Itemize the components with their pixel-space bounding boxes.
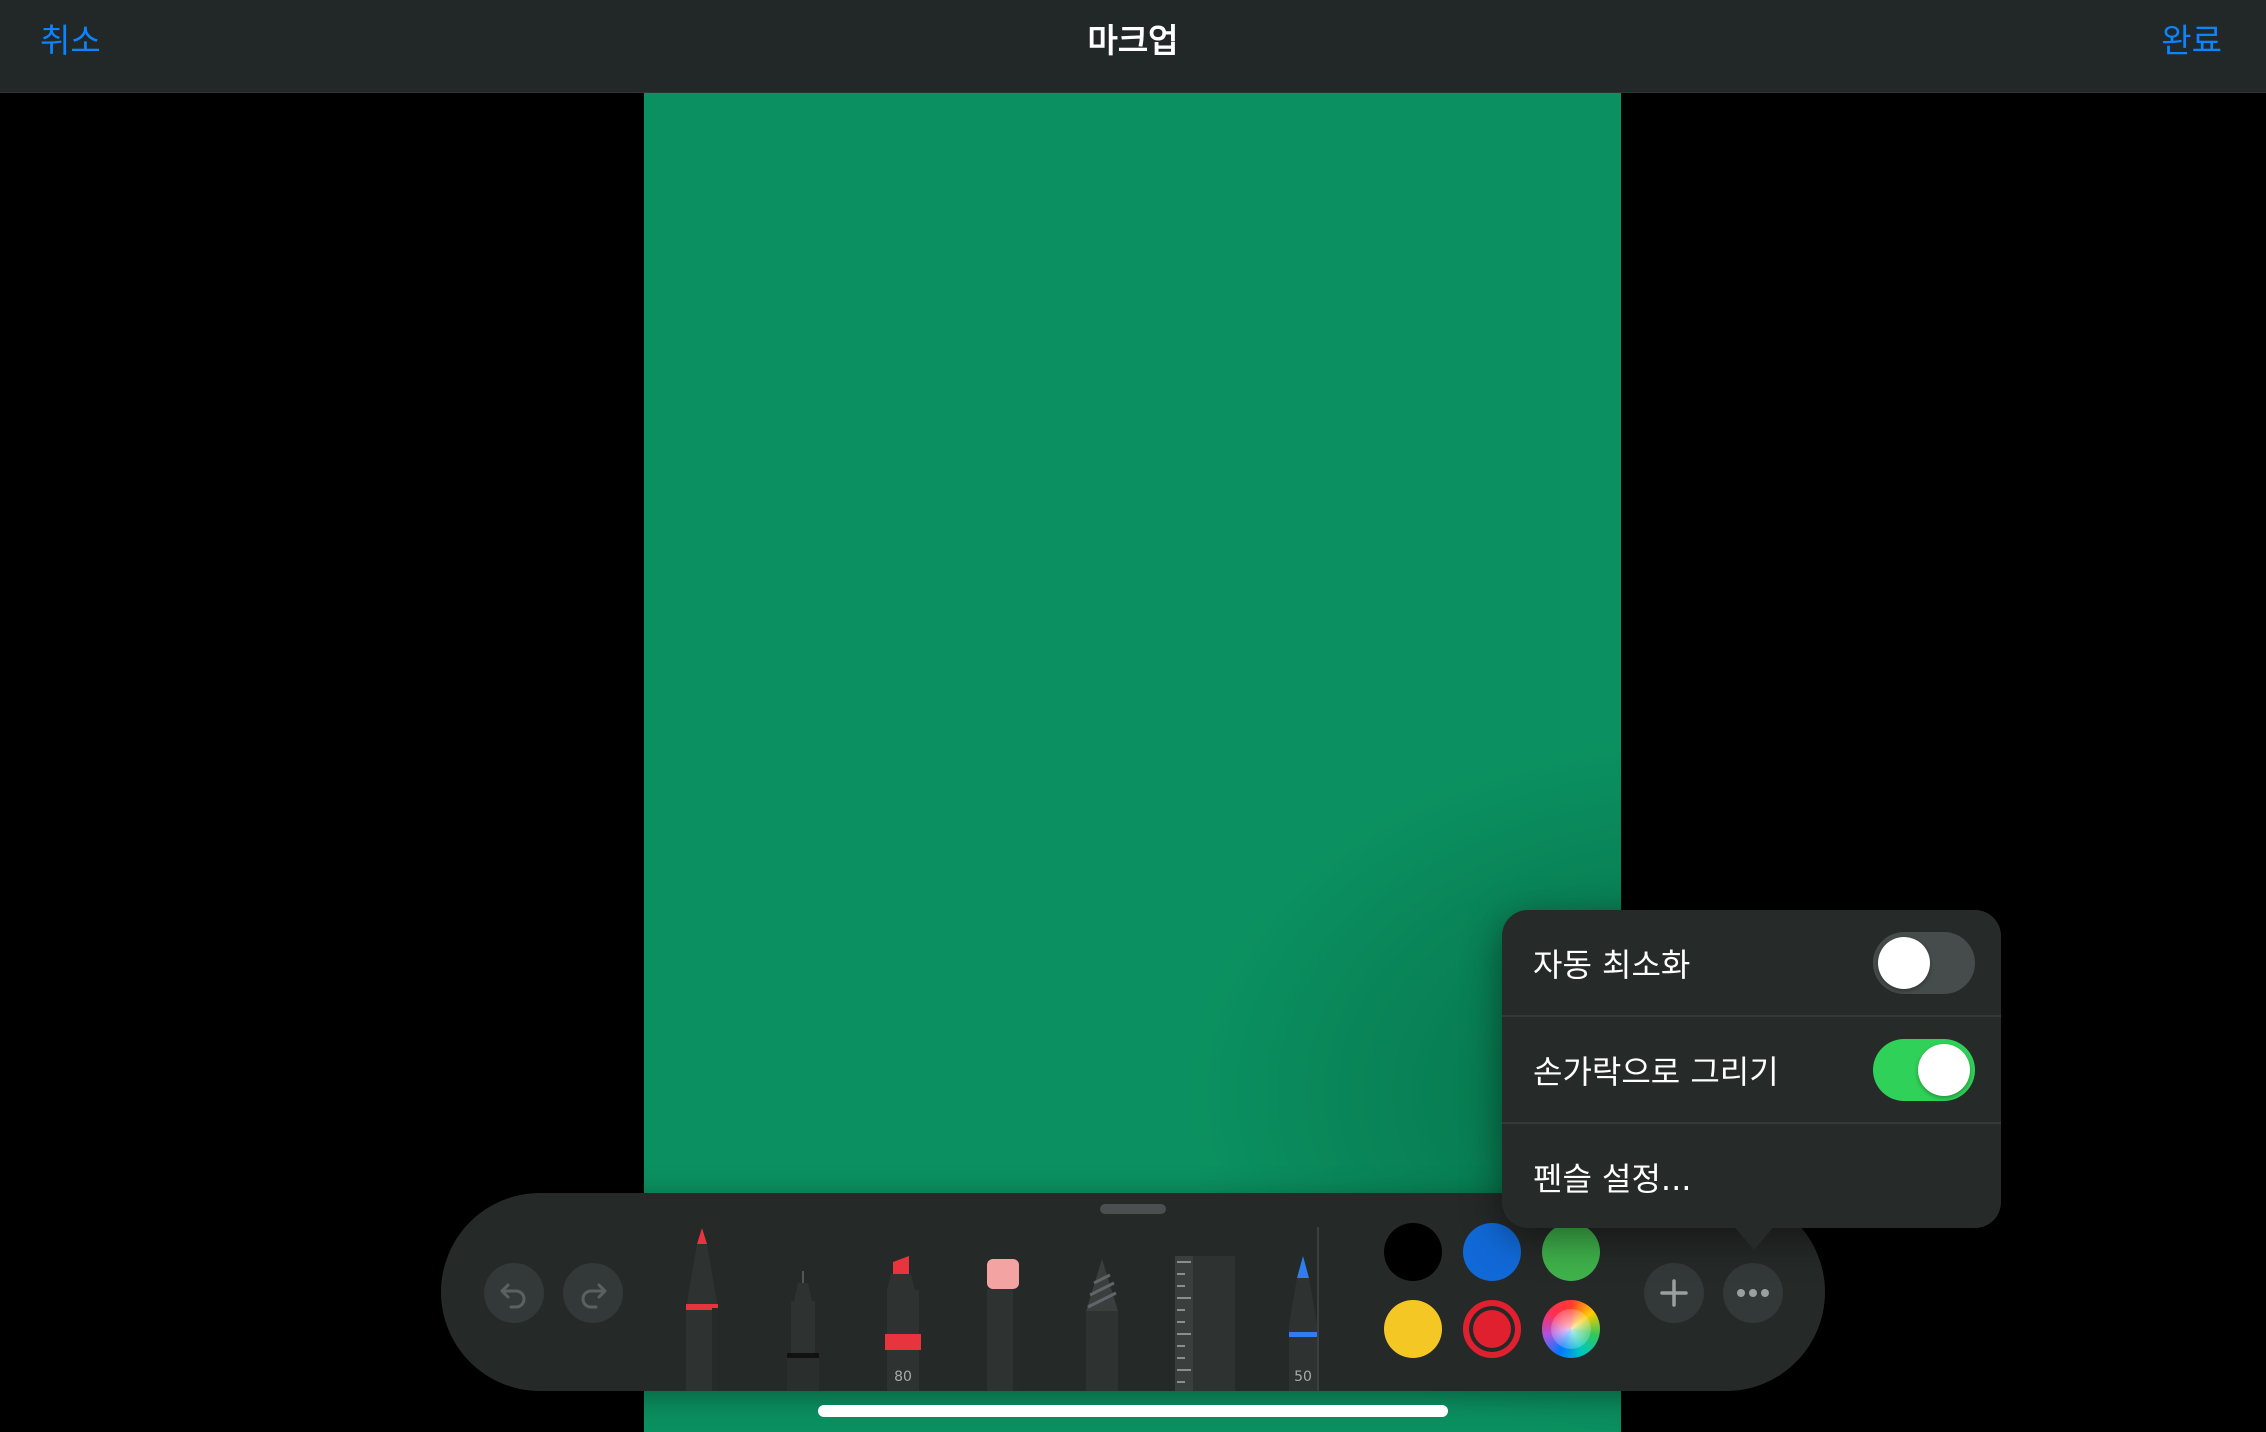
color-swatch-green[interactable] — [1542, 1223, 1600, 1281]
color-swatch-blue[interactable] — [1463, 1223, 1521, 1281]
more-options-popover: 자동 최소화 손가락으로 그리기 펜슬 설정... — [1502, 910, 2001, 1228]
toggle-knob — [1878, 937, 1930, 989]
add-button[interactable] — [1644, 1263, 1704, 1323]
color-swatch-black[interactable] — [1384, 1223, 1442, 1281]
color-swatch-yellow[interactable] — [1384, 1300, 1442, 1358]
ruler-icon — [1175, 1256, 1235, 1391]
marker-width-label: 80 — [894, 1369, 912, 1385]
palette-divider — [1317, 1227, 1319, 1391]
draw-with-finger-row: 손가락으로 그리기 — [1502, 1017, 2001, 1122]
eraser-icon — [987, 1259, 1019, 1391]
color-picker-multicolor[interactable] — [1542, 1300, 1600, 1358]
auto-minimize-label: 자동 최소화 — [1533, 945, 1691, 984]
undo-button[interactable] — [484, 1263, 544, 1323]
draw-with-finger-toggle[interactable] — [1873, 1039, 1975, 1101]
auto-minimize-row: 자동 최소화 — [1502, 910, 2001, 1015]
plus-icon — [1660, 1279, 1688, 1307]
more-button[interactable] — [1723, 1263, 1783, 1323]
redo-button[interactable] — [563, 1263, 623, 1323]
fineliner-icon — [787, 1271, 819, 1391]
pen-icon — [686, 1228, 718, 1391]
color-swatch-red-selected[interactable] — [1463, 1300, 1521, 1358]
marker-tool[interactable]: 80 — [883, 1256, 923, 1391]
lasso-icon — [1086, 1259, 1118, 1391]
auto-minimize-toggle[interactable] — [1873, 932, 1975, 994]
pencil-settings-label: 펜슬 설정... — [1533, 1159, 1692, 1198]
navigation-bar: 취소 마크업 완료 — [0, 0, 2266, 93]
fineliner-tool[interactable] — [785, 1271, 821, 1391]
page-title: 마크업 — [1087, 21, 1179, 60]
palette-grabber[interactable] — [1100, 1204, 1166, 1214]
toggle-knob — [1918, 1044, 1970, 1096]
pencil-settings-row[interactable]: 펜슬 설정... — [1502, 1124, 2001, 1229]
more-icon — [1737, 1289, 1769, 1297]
home-indicator[interactable] — [818, 1405, 1448, 1417]
undo-icon — [500, 1283, 526, 1309]
ruler-tool[interactable] — [1175, 1256, 1235, 1391]
lasso-tool[interactable] — [1082, 1259, 1122, 1391]
draw-with-finger-label: 손가락으로 그리기 — [1533, 1052, 1779, 1091]
popover-arrow — [1732, 1224, 1776, 1250]
redo-icon — [581, 1283, 607, 1309]
eraser-tool[interactable] — [983, 1259, 1023, 1391]
pen-tool[interactable] — [682, 1226, 722, 1391]
done-button[interactable]: 완료 — [2161, 18, 2222, 64]
